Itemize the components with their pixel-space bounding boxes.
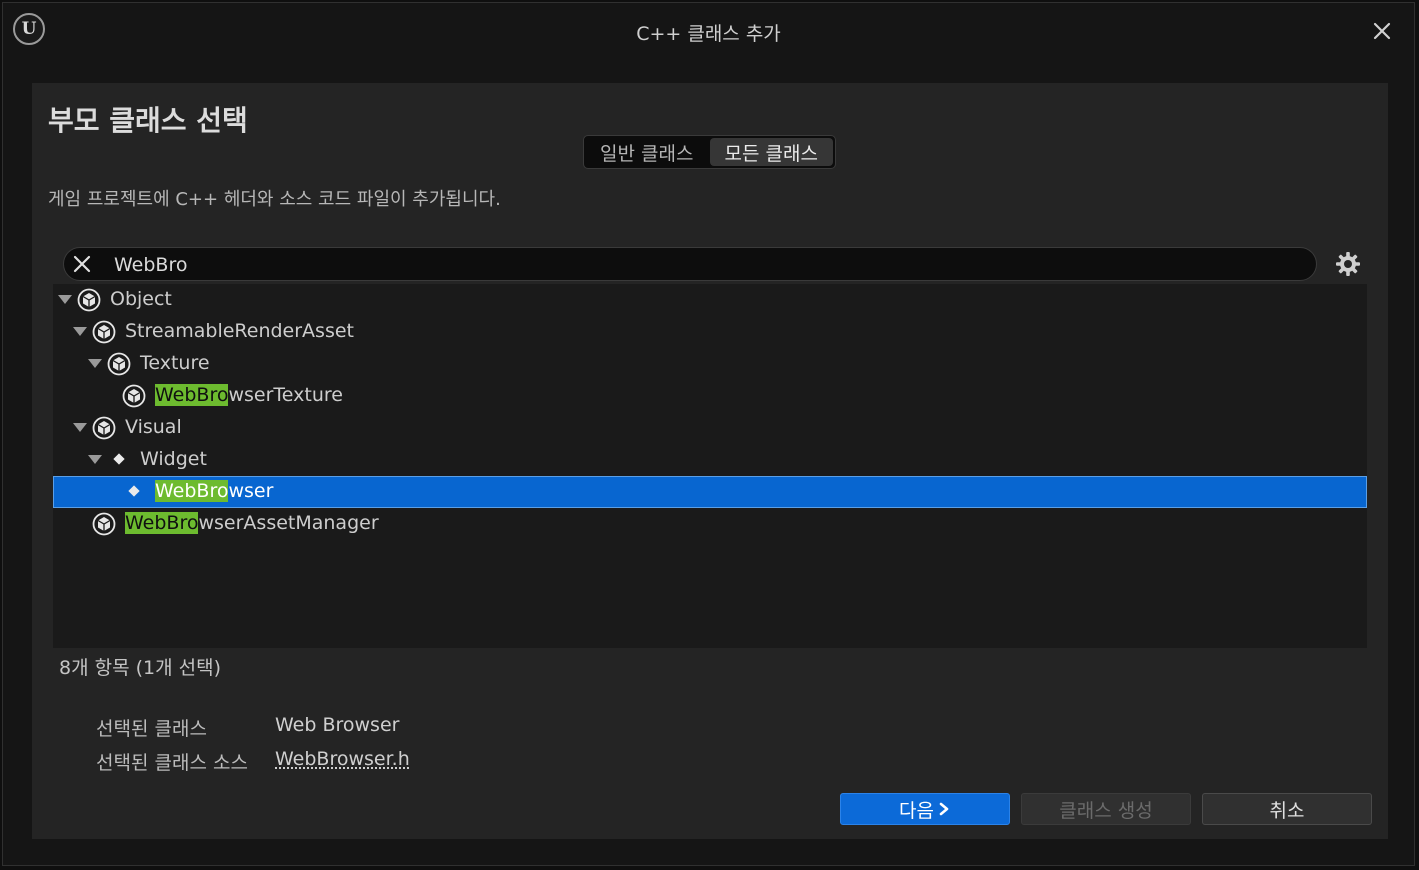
class-icon xyxy=(92,416,116,440)
tree-item-texture[interactable]: Texture xyxy=(53,348,1367,380)
clear-search-icon[interactable] xyxy=(72,254,92,274)
tree-item-label: WebBrowserAssetManager xyxy=(125,512,379,534)
class-tree: Object StreamableRenderAsset Texture Web… xyxy=(53,284,1367,648)
tree-item-widget[interactable]: Widget xyxy=(53,444,1367,476)
selected-source-link[interactable]: WebBrowser.h xyxy=(275,748,410,770)
add-cpp-class-window: U C++ 클래스 추가 부모 클래스 선택 일반 클래스 모든 클래스 게임 … xyxy=(2,2,1415,866)
expand-arrow-icon[interactable] xyxy=(88,455,102,464)
tree-item-webbrowser[interactable]: WebBrowser xyxy=(53,476,1367,508)
gear-icon[interactable] xyxy=(1333,249,1363,279)
search-input[interactable] xyxy=(112,250,1296,280)
tree-item-label: Widget xyxy=(140,448,207,470)
content-panel: 부모 클래스 선택 일반 클래스 모든 클래스 게임 프로젝트에 C++ 헤더와… xyxy=(32,83,1388,839)
title-bar: U C++ 클래스 추가 xyxy=(3,3,1414,61)
description-text: 게임 프로젝트에 C++ 헤더와 소스 코드 파일이 추가됩니다. xyxy=(48,189,501,210)
class-icon xyxy=(122,384,146,408)
class-icon xyxy=(107,352,131,376)
tree-item-object[interactable]: Object xyxy=(53,284,1367,316)
create-class-button: 클래스 생성 xyxy=(1021,793,1191,825)
class-icon xyxy=(92,512,116,536)
item-count-status: 8개 항목 (1개 선택) xyxy=(59,657,222,679)
page-title: 부모 클래스 선택 xyxy=(48,104,248,137)
class-filter-toggle: 일반 클래스 모든 클래스 xyxy=(583,135,836,169)
tree-item-label: WebBrowser xyxy=(155,480,274,502)
tree-item-webbrowsertexture[interactable]: WebBrowserTexture xyxy=(53,380,1367,412)
close-button[interactable] xyxy=(1368,17,1396,45)
cancel-button[interactable]: 취소 xyxy=(1202,793,1372,825)
class-icon xyxy=(92,320,116,344)
tab-common-classes[interactable]: 일반 클래스 xyxy=(586,138,708,166)
window-title: C++ 클래스 추가 xyxy=(636,23,781,45)
widget-icon xyxy=(113,453,125,465)
tree-item-streamablerenderasset[interactable]: StreamableRenderAsset xyxy=(53,316,1367,348)
tree-item-label: Visual xyxy=(125,416,182,438)
create-class-button-label: 클래스 생성 xyxy=(1059,799,1153,822)
tree-item-webbrowserassetmanager[interactable]: WebBrowserAssetManager xyxy=(53,508,1367,540)
selected-class-value: Web Browser xyxy=(275,714,400,736)
selected-class-label: 선택된 클래스 xyxy=(96,718,207,740)
tree-item-label: StreamableRenderAsset xyxy=(125,320,354,342)
chevron-right-icon xyxy=(939,802,949,816)
next-button-label: 다음 xyxy=(899,799,934,822)
cancel-button-label: 취소 xyxy=(1269,799,1305,822)
tree-item-visual[interactable]: Visual xyxy=(53,412,1367,444)
expand-arrow-icon[interactable] xyxy=(73,327,87,336)
class-icon xyxy=(77,288,101,312)
tree-item-label: Texture xyxy=(140,352,210,374)
expand-arrow-icon[interactable] xyxy=(88,359,102,368)
next-button[interactable]: 다음 xyxy=(840,793,1010,825)
expand-arrow-icon[interactable] xyxy=(73,423,87,432)
tree-item-label: Object xyxy=(110,288,172,310)
widget-icon xyxy=(128,485,140,497)
tree-item-label: WebBrowserTexture xyxy=(155,384,343,406)
close-icon xyxy=(1373,22,1391,40)
tab-all-classes[interactable]: 모든 클래스 xyxy=(709,138,833,166)
search-box xyxy=(63,247,1317,281)
expand-arrow-icon[interactable] xyxy=(58,295,72,304)
selected-source-label: 선택된 클래스 소스 xyxy=(96,752,248,774)
